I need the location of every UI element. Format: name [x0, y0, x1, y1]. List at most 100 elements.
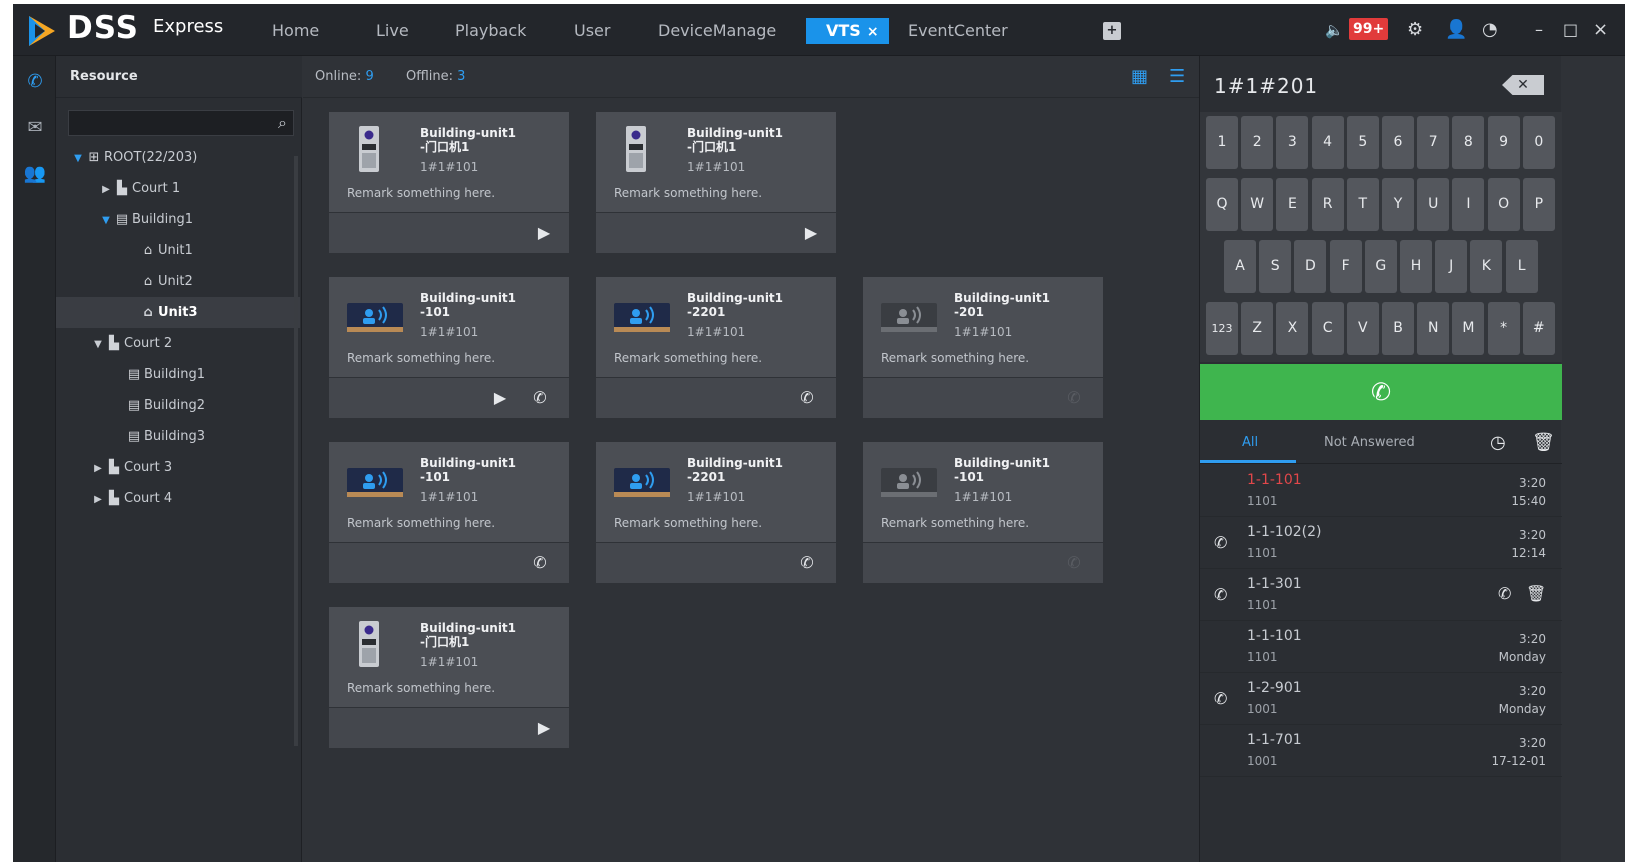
- tab-all[interactable]: All: [1242, 435, 1258, 450]
- call-record-row[interactable]: 1-1-101 1101 3:20 15:40: [1200, 466, 1562, 517]
- key-s[interactable]: S: [1259, 240, 1292, 293]
- key-r[interactable]: R: [1311, 178, 1344, 231]
- delete-record-icon[interactable]: 🗑: [1526, 584, 1546, 603]
- tree-node-court2-building1[interactable]: ▤ Building1: [56, 359, 300, 390]
- key-w[interactable]: W: [1241, 178, 1274, 231]
- collapsed-arrow-icon[interactable]: ▶: [100, 174, 112, 205]
- device-card[interactable]: Building-unit1 -2201 1#1#101 Remark somethi…: [596, 277, 836, 418]
- tab-devicemanage[interactable]: DeviceManage: [658, 18, 776, 44]
- key-o[interactable]: O: [1487, 178, 1520, 231]
- key-5[interactable]: 5: [1346, 116, 1379, 169]
- grid-view-icon[interactable]: ▦: [1131, 66, 1148, 87]
- expanded-arrow-icon[interactable]: ▼: [100, 205, 112, 236]
- phone-call-icon[interactable]: ✆: [796, 553, 818, 573]
- key-g[interactable]: G: [1364, 240, 1397, 293]
- key-i[interactable]: I: [1452, 178, 1485, 231]
- tab-not-answered[interactable]: Not Answered: [1324, 435, 1415, 450]
- key-3[interactable]: 3: [1276, 116, 1309, 169]
- tree-node-court2-building2[interactable]: ▤ Building2: [56, 390, 300, 421]
- call-record-row[interactable]: 1-1-701 1001 3:20 17-12-01: [1200, 726, 1562, 777]
- call-record-row[interactable]: ✆ 1-2-901 1001 3:20 Monday: [1200, 674, 1562, 725]
- key-4[interactable]: 4: [1311, 116, 1344, 169]
- tree-node-building1[interactable]: ▼ ▤ Building1: [56, 204, 300, 235]
- tree-node-court3[interactable]: ▶ ▙ Court 3: [56, 452, 300, 483]
- tab-live[interactable]: Live: [376, 18, 409, 44]
- key-m[interactable]: M: [1452, 302, 1485, 355]
- tab-home[interactable]: Home: [272, 18, 319, 44]
- device-card[interactable]: Building-unit1 -101 1#1#101 Remark somethin…: [863, 442, 1103, 583]
- play-icon[interactable]: ▶: [489, 388, 511, 408]
- tree-node-court2-building3[interactable]: ▤ Building3: [56, 421, 300, 452]
- tree-node-unit2[interactable]: ⌂ Unit2: [56, 266, 300, 297]
- user-icon[interactable]: 👤: [1445, 18, 1467, 42]
- tree-node-court1[interactable]: ▶ ▙ Court 1: [56, 173, 300, 204]
- key-123[interactable]: 123: [1206, 302, 1238, 355]
- mail-icon[interactable]: ✉: [23, 116, 47, 140]
- key-l[interactable]: L: [1505, 240, 1538, 293]
- key-k[interactable]: K: [1470, 240, 1503, 293]
- expanded-arrow-icon[interactable]: ▼: [92, 329, 104, 360]
- key-hash[interactable]: #: [1522, 302, 1555, 355]
- expanded-arrow-icon[interactable]: ▼: [72, 143, 84, 174]
- key-c[interactable]: C: [1311, 302, 1344, 355]
- search-input[interactable]: [69, 111, 259, 135]
- key-b[interactable]: B: [1382, 302, 1414, 355]
- minimize-button[interactable]: –: [1535, 18, 1543, 42]
- key-a[interactable]: A: [1224, 240, 1256, 293]
- key-v[interactable]: V: [1346, 302, 1379, 355]
- tree-node-court2[interactable]: ▼ ▙ Court 2: [56, 328, 300, 359]
- add-tab-button[interactable]: +: [1103, 22, 1121, 40]
- key-z[interactable]: Z: [1241, 302, 1274, 355]
- key-d[interactable]: D: [1294, 240, 1327, 293]
- key-7[interactable]: 7: [1417, 116, 1450, 169]
- play-icon[interactable]: ▶: [533, 223, 555, 243]
- tab-user[interactable]: User: [574, 18, 610, 44]
- notification-badge[interactable]: 99+: [1349, 18, 1389, 40]
- maximize-button[interactable]: □: [1563, 18, 1578, 42]
- play-icon[interactable]: ▶: [800, 223, 822, 243]
- key-t[interactable]: T: [1346, 178, 1379, 231]
- device-card[interactable]: Building-unit1 -201 1#1#101 Remark somethin…: [863, 277, 1103, 418]
- phone-icon[interactable]: ✆: [23, 70, 47, 94]
- device-card[interactable]: Building-unit1 -门口机1 1#1#101 Remark somethi…: [329, 112, 569, 253]
- list-view-icon[interactable]: ☰: [1169, 66, 1185, 87]
- tree-scrollbar[interactable]: [294, 156, 298, 746]
- phone-call-icon[interactable]: ✆: [1063, 553, 1085, 573]
- key-8[interactable]: 8: [1452, 116, 1485, 169]
- history-icon[interactable]: ◷: [1490, 432, 1506, 453]
- device-card[interactable]: Building-unit1 -门口机1 1#1#101 Remark somethi…: [596, 112, 836, 253]
- trash-icon[interactable]: 🗑: [1532, 432, 1555, 453]
- key-h[interactable]: H: [1400, 240, 1432, 293]
- call-record-row[interactable]: 1-1-101 1101 3:20 Monday: [1200, 622, 1562, 673]
- device-card[interactable]: Building-unit1 -101 1#1#101 Remark somethin…: [329, 442, 569, 583]
- key-9[interactable]: 9: [1487, 116, 1520, 169]
- key-j[interactable]: J: [1435, 240, 1468, 293]
- collapsed-arrow-icon[interactable]: ▶: [92, 453, 104, 484]
- key-x[interactable]: X: [1276, 302, 1309, 355]
- key-u[interactable]: U: [1417, 178, 1450, 231]
- tab-eventcenter[interactable]: EventCenter: [908, 18, 1008, 44]
- key-f[interactable]: F: [1329, 240, 1362, 293]
- key-e[interactable]: E: [1276, 178, 1309, 231]
- call-record-row[interactable]: ✆ 1-1-102(2) 1101 3:20 12:14: [1200, 518, 1562, 569]
- tree-node-unit3[interactable]: ⌂ Unit3: [56, 297, 300, 328]
- phone-call-icon[interactable]: ✆: [796, 388, 818, 408]
- collapsed-arrow-icon[interactable]: ▶: [92, 484, 104, 515]
- close-button[interactable]: ×: [1593, 18, 1608, 42]
- phone-call-icon[interactable]: ✆: [529, 553, 551, 573]
- call-record-row[interactable]: ✆ 1-1-301 1101 ✆ 🗑: [1200, 570, 1562, 621]
- key-q[interactable]: Q: [1206, 178, 1238, 231]
- tab-playback[interactable]: Playback: [455, 18, 526, 44]
- tab-vts[interactable]: VTS ×: [806, 18, 889, 44]
- gauge-icon[interactable]: ◔: [1482, 18, 1498, 42]
- backspace-icon[interactable]: ✕: [1502, 75, 1544, 95]
- phone-call-icon[interactable]: ✆: [529, 388, 551, 408]
- play-icon[interactable]: ▶: [533, 718, 555, 738]
- key-star[interactable]: *: [1487, 302, 1520, 355]
- key-y[interactable]: Y: [1382, 178, 1414, 231]
- phone-call-icon[interactable]: ✆: [1063, 388, 1085, 408]
- tree-node-root[interactable]: ▼ ⊞ ROOT(22/203): [56, 142, 300, 173]
- close-tab-icon[interactable]: ×: [867, 24, 879, 40]
- call-back-icon[interactable]: ✆: [1498, 584, 1511, 603]
- key-n[interactable]: N: [1417, 302, 1450, 355]
